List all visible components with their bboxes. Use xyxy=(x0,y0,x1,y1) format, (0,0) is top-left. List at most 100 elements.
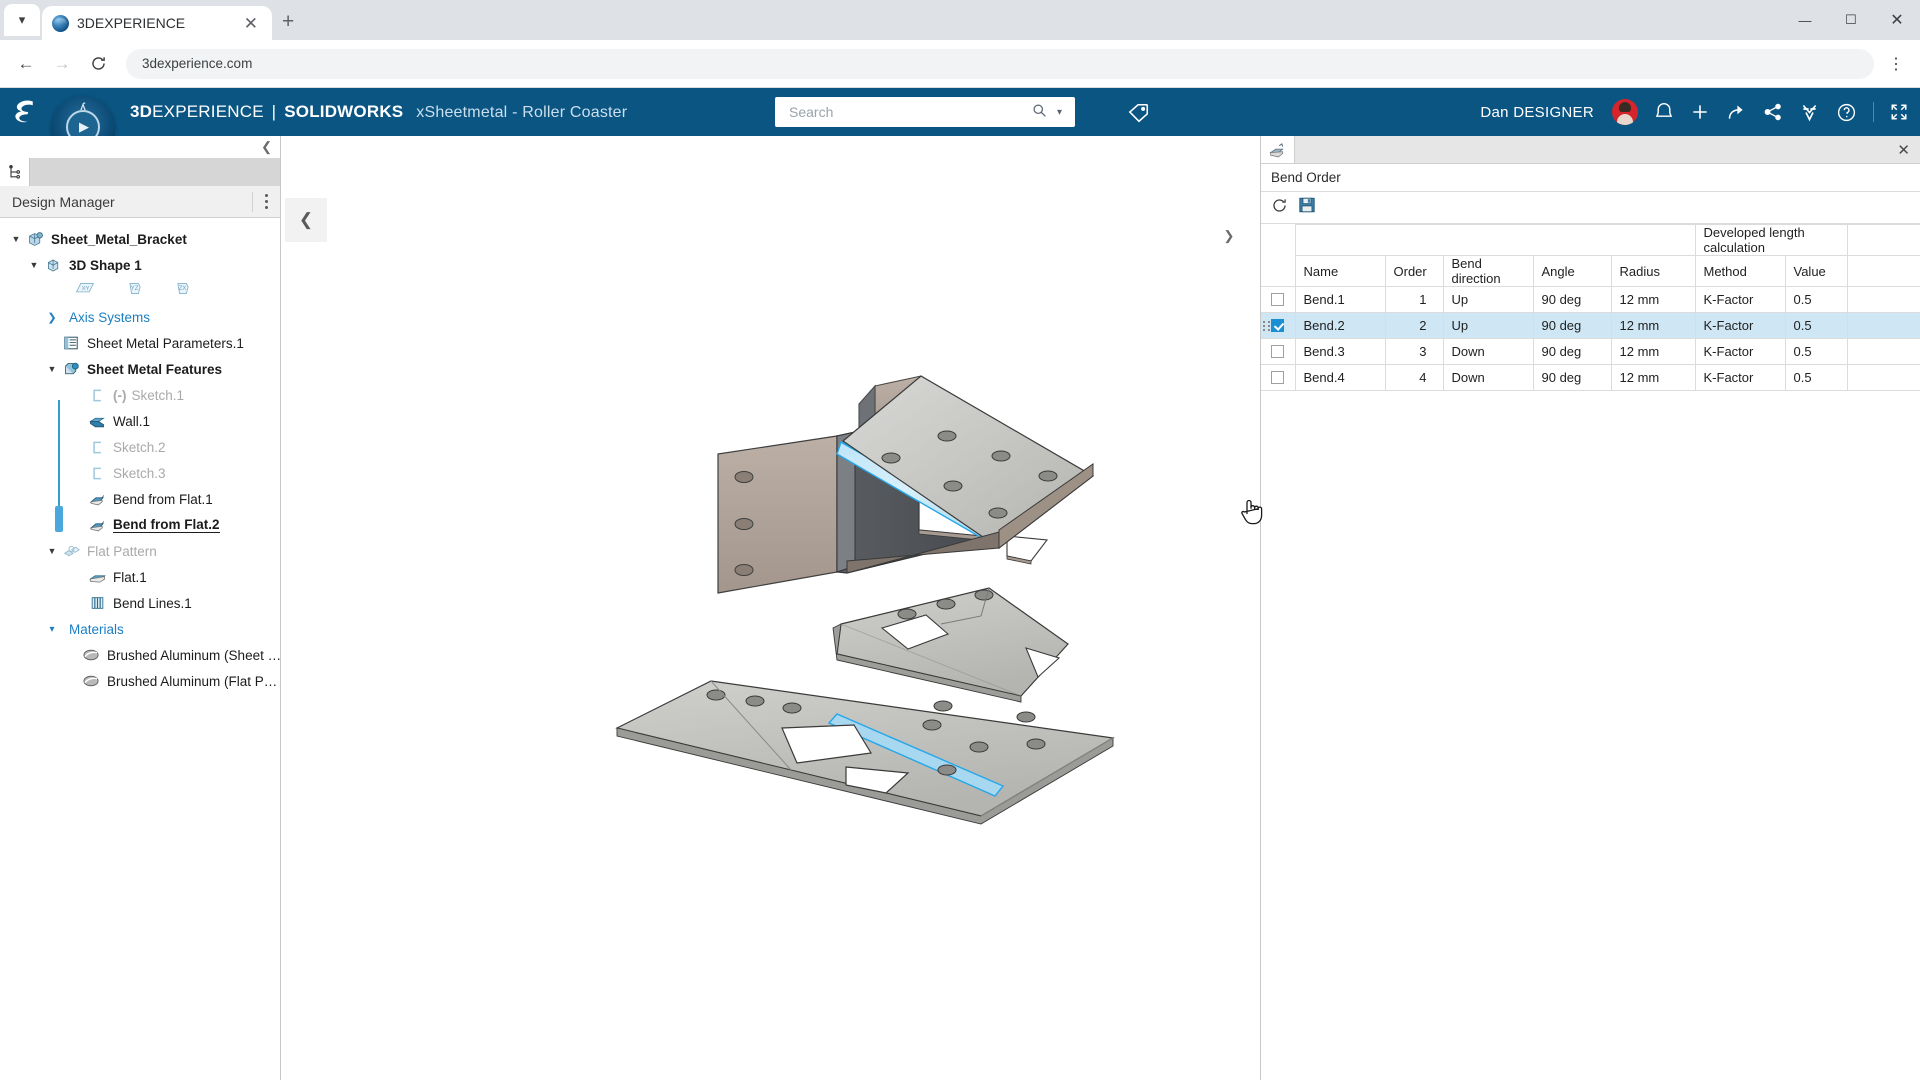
tree-view-icon[interactable] xyxy=(0,158,30,186)
right-panel-expand-button[interactable]: ❯ xyxy=(1219,224,1239,248)
material-icon xyxy=(80,673,102,689)
chevron-down-icon[interactable]: ▾ xyxy=(1052,107,1067,118)
share-icon[interactable] xyxy=(1726,102,1747,123)
flat-icon xyxy=(86,569,108,585)
minimize-icon[interactable]: — xyxy=(1782,0,1828,40)
tree-item-bend-from-flat-1[interactable]: Bend from Flat.1 xyxy=(0,486,280,512)
refresh-icon[interactable] xyxy=(1271,197,1288,219)
plus-icon[interactable]: + xyxy=(282,11,294,32)
row-checkbox-cell[interactable] xyxy=(1261,339,1295,365)
chevron-down-icon[interactable]: ▾ xyxy=(44,624,60,635)
tree-item-sketch-3[interactable]: Sketch.3 xyxy=(0,460,280,486)
row-checkbox[interactable] xyxy=(1271,293,1284,306)
cell-bend-direction: Down xyxy=(1443,365,1533,391)
browser-tab[interactable]: 3DEXPERIENCE ✕ xyxy=(42,6,272,40)
3d-viewport[interactable]: ❮ xyxy=(281,136,1260,1080)
column-header-angle[interactable]: Angle xyxy=(1533,256,1611,287)
reload-icon[interactable] xyxy=(82,48,114,80)
help-icon[interactable] xyxy=(1836,102,1857,123)
tree-item-materials[interactable]: ▾ Materials xyxy=(0,616,280,642)
save-icon[interactable] xyxy=(1298,196,1316,219)
tree-item-wall-1[interactable]: Wall.1 xyxy=(0,408,280,434)
tree-item-material-sheet[interactable]: Brushed Aluminum (Sheet … xyxy=(0,642,280,668)
search-icon[interactable] xyxy=(1027,103,1052,122)
cell-method: K-Factor xyxy=(1695,287,1785,313)
table-row[interactable]: Bend.2 2 Up 90 deg 12 mm K-Factor 0.5 xyxy=(1261,313,1920,339)
tree-item-flat-pattern[interactable]: ▼ Flat Pattern xyxy=(0,538,280,564)
brand-3d: 3D xyxy=(130,102,152,121)
arrow-left-icon[interactable]: ← xyxy=(10,48,42,80)
tree-item-label: Sketch.1 xyxy=(132,388,185,403)
chevron-down-icon[interactable]: ▼ xyxy=(44,364,60,374)
column-header-name[interactable]: Name xyxy=(1295,256,1385,287)
add-icon[interactable] xyxy=(1690,102,1710,122)
tag-icon[interactable] xyxy=(1128,102,1150,129)
tree-item-axis-systems[interactable]: ❯ Axis Systems xyxy=(0,304,280,330)
tree-item-sketch-2[interactable]: Sketch.2 xyxy=(0,434,280,460)
arrow-right-icon[interactable]: → xyxy=(46,48,78,80)
chevron-right-icon[interactable]: ❯ xyxy=(44,311,60,324)
chevron-down-icon[interactable]: ▼ xyxy=(26,260,42,270)
row-checkbox-cell[interactable] xyxy=(1261,313,1295,339)
more-options-icon[interactable] xyxy=(252,192,268,212)
row-checkbox[interactable] xyxy=(1271,319,1284,332)
tree-item-material-flat[interactable]: Brushed Aluminum (Flat P… xyxy=(0,668,280,694)
tree-item-flat-1[interactable]: Flat.1 xyxy=(0,564,280,590)
bend-order-tabrow: ✕ xyxy=(1261,136,1920,164)
compass-icon[interactable] xyxy=(1799,102,1820,123)
yz-plane-icon[interactable]: YZ xyxy=(126,280,144,302)
close-icon[interactable]: ✕ xyxy=(1897,136,1910,164)
maximize-icon[interactable]: ☐ xyxy=(1828,0,1874,40)
url-text: 3dexperience.com xyxy=(142,56,252,71)
notification-icon[interactable] xyxy=(1654,102,1674,122)
tree-item-sheet-metal-bracket[interactable]: ▼ Sheet_Metal_Bracket xyxy=(0,226,280,252)
sketch-icon xyxy=(86,439,108,456)
feature-tree[interactable]: ▼ Sheet_Metal_Bracket ▼ 3D Shape 1 XY xyxy=(0,218,280,1080)
compass-north-label: ʎ xyxy=(80,102,86,113)
tree-item-sketch-1[interactable]: (-) Sketch.1 xyxy=(0,382,280,408)
table-row[interactable]: Bend.1 1 Up 90 deg 12 mm K-Factor 0.5 xyxy=(1261,287,1920,313)
browser-toolbar: ← → 3dexperience.com ⋮ xyxy=(0,40,1920,88)
row-checkbox[interactable] xyxy=(1271,345,1284,358)
row-checkbox[interactable] xyxy=(1271,371,1284,384)
app-title: 3DEXPERIENCE | SOLIDWORKS xSheetmetal - … xyxy=(130,102,627,122)
cell-value: 0.5 xyxy=(1785,339,1847,365)
tree-item-3d-shape-1[interactable]: ▼ 3D Shape 1 xyxy=(0,252,280,278)
bend-order-icon[interactable] xyxy=(1261,136,1295,163)
fullscreen-icon[interactable] xyxy=(1890,103,1908,121)
close-icon[interactable]: ✕ xyxy=(1874,0,1920,40)
avatar[interactable] xyxy=(1612,99,1638,125)
tree-item-sheet-metal-parameters[interactable]: Sheet Metal Parameters.1 xyxy=(0,330,280,356)
table-row[interactable]: Bend.3 3 Down 90 deg 12 mm K-Factor 0.5 xyxy=(1261,339,1920,365)
column-header-order[interactable]: Order xyxy=(1385,256,1443,287)
tree-item-label: Sketch.2 xyxy=(113,440,166,455)
tabstrip-chevron-icon[interactable]: ▾ xyxy=(4,4,40,36)
row-drag-handle[interactable] xyxy=(1263,321,1271,331)
kebab-menu-icon[interactable]: ⋮ xyxy=(1882,54,1910,74)
url-bar[interactable]: 3dexperience.com xyxy=(126,49,1874,79)
tree-item-sheet-metal-features[interactable]: ▼ Sheet Metal Features xyxy=(0,356,280,382)
column-header-radius[interactable]: Radius xyxy=(1611,256,1695,287)
chevron-down-icon[interactable]: ▼ xyxy=(44,546,60,556)
column-header-method[interactable]: Method xyxy=(1695,256,1785,287)
collaborate-icon[interactable] xyxy=(1763,102,1783,122)
zx-plane-icon[interactable]: ZX xyxy=(174,280,192,302)
row-checkbox-cell[interactable] xyxy=(1261,365,1295,391)
xy-plane-icon[interactable]: XY xyxy=(74,280,96,302)
left-panel-collapse-button[interactable]: ❮ xyxy=(0,136,280,158)
table-row[interactable]: Bend.4 4 Down 90 deg 12 mm K-Factor 0.5 xyxy=(1261,365,1920,391)
tree-item-bend-lines-1[interactable]: Bend Lines.1 xyxy=(0,590,280,616)
sheet-metal-bracket-3d[interactable] xyxy=(281,136,1260,986)
tree-item-label: Materials xyxy=(69,622,124,637)
chevron-down-icon[interactable]: ▼ xyxy=(8,234,24,244)
column-header-value[interactable]: Value xyxy=(1785,256,1847,287)
tree-item-bend-from-flat-2[interactable]: Bend from Flat.2 xyxy=(0,512,280,538)
bend-order-toolbar xyxy=(1261,192,1920,224)
3ds-logo-icon[interactable] xyxy=(0,99,52,125)
search-input[interactable]: Search ▾ xyxy=(775,97,1075,127)
close-icon[interactable]: ✕ xyxy=(240,13,262,34)
bend-order-table[interactable]: Developed length calculation Name Order … xyxy=(1261,224,1920,391)
column-header-bend-direction[interactable]: Bend direction xyxy=(1443,256,1533,287)
tree-item-label: Brushed Aluminum (Flat P… xyxy=(107,674,277,689)
row-checkbox-cell[interactable] xyxy=(1261,287,1295,313)
